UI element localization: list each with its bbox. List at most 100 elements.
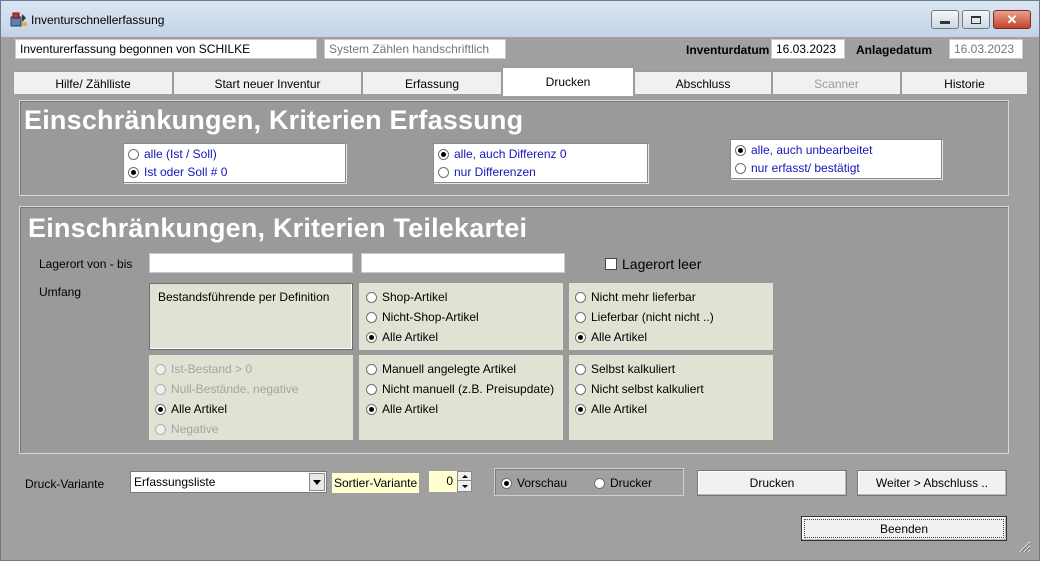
tab-start-neuer-inventur[interactable]: Start neuer Inventur <box>173 71 362 95</box>
opt-label: Null-Bestände, negative <box>171 382 299 396</box>
opt-vorschau[interactable]: Vorschau <box>501 476 567 490</box>
tab-hilfe-zaehlliste[interactable]: Hilfe/ Zählliste <box>13 71 173 95</box>
radio-disabled-icon <box>155 363 166 375</box>
opt-drucker[interactable]: Drucker <box>594 476 652 490</box>
tab-label: Scanner <box>814 76 859 91</box>
opt-null-bestaende: Null-Bestände, negative <box>155 382 298 396</box>
print-button[interactable]: Drucken <box>697 470 847 496</box>
minimize-button[interactable] <box>931 10 959 29</box>
liefer-group: Nicht mehr lieferbar Lieferbar (nicht ni… <box>569 283 773 350</box>
opt-label: Nicht manuell (z.B. Preisupdate) <box>382 382 555 396</box>
radio-icon <box>366 363 377 375</box>
close-button[interactable]: ✕ <box>993 10 1031 29</box>
opt-lieferbar[interactable]: Lieferbar (nicht nicht ..) <box>575 310 714 324</box>
opt-nur-differenzen[interactable]: nur Differenzen <box>438 165 536 179</box>
opt-label: Lieferbar (nicht nicht ..) <box>591 310 714 324</box>
opt-alle-artikel-manuell[interactable]: Alle Artikel <box>366 402 438 416</box>
spin-down-icon[interactable] <box>458 482 471 491</box>
inventory-date-field[interactable]: 16.03.2023 <box>771 39 845 59</box>
creation-date-label: Anlagedatum <box>856 43 933 57</box>
spin-up-icon[interactable] <box>458 472 471 481</box>
inventory-date-label: Inventurdatum <box>686 43 770 57</box>
tab-scanner: Scanner <box>772 71 901 95</box>
tab-label: Hilfe/ Zählliste <box>55 76 131 91</box>
opt-negative: Negative <box>155 422 218 436</box>
radio-icon <box>575 311 586 323</box>
started-by-field: Inventurerfassung begonnen von SCHILKE <box>15 39 317 59</box>
opt-ist-bestand: Ist-Bestand > 0 <box>155 362 252 376</box>
tab-erfassung[interactable]: Erfassung <box>362 71 502 95</box>
opt-label: Nicht selbst kalkuliert <box>591 382 704 396</box>
radio-checked-icon <box>366 331 377 343</box>
opt-nur-erfasst[interactable]: nur erfasst/ bestätigt <box>735 161 860 175</box>
opt-nicht-shop-artikel[interactable]: Nicht-Shop-Artikel <box>366 310 479 324</box>
opt-label: Ist oder Soll # 0 <box>144 165 228 179</box>
druck-variante-select[interactable]: Erfassungsliste <box>130 471 327 493</box>
opt-manuell-angelegt[interactable]: Manuell angelegte Artikel <box>366 362 516 376</box>
lagerort-to-input[interactable] <box>361 253 565 273</box>
checkbox-icon <box>605 258 617 270</box>
bestand-definition-label: Bestandsführende per Definition <box>158 290 330 304</box>
opt-nicht-manuell[interactable]: Nicht manuell (z.B. Preisupdate) <box>366 382 554 396</box>
opt-label: Nicht-Shop-Artikel <box>382 310 479 324</box>
tab-drucken[interactable]: Drucken <box>502 67 634 96</box>
opt-shop-artikel[interactable]: Shop-Artikel <box>366 290 447 304</box>
next-button-label: Weiter > Abschluss .. <box>875 476 989 490</box>
maximize-button[interactable] <box>962 10 990 29</box>
opt-label: nur erfasst/ bestätigt <box>751 161 860 175</box>
radio-icon <box>575 363 586 375</box>
opt-ist-oder-soll[interactable]: Ist oder Soll # 0 <box>128 165 227 179</box>
sortier-variante-stepper[interactable] <box>457 471 472 492</box>
radio-icon <box>735 162 746 174</box>
radio-checked-icon <box>366 403 377 415</box>
erfassung-group-3: alle, auch unbearbeitet nur erfasst/ bes… <box>730 139 942 179</box>
radio-checked-icon <box>575 403 586 415</box>
opt-label: Alle Artikel <box>171 402 228 416</box>
radio-icon <box>575 291 586 303</box>
opt-nicht-mehr-lieferbar[interactable]: Nicht mehr lieferbar <box>575 290 696 304</box>
bestand-definition-box: Bestandsführende per Definition <box>149 283 353 350</box>
tab-label: Drucken <box>545 75 591 89</box>
opt-nicht-selbst-kalkuliert[interactable]: Nicht selbst kalkuliert <box>575 382 704 396</box>
radio-checked-icon <box>735 144 746 156</box>
opt-alle-artikel-liefer[interactable]: Alle Artikel <box>575 330 647 344</box>
opt-label: Drucker <box>610 476 653 490</box>
tab-page-drucken: Einschränkungen, Kriterien Erfassung all… <box>13 94 1028 454</box>
radio-checked-icon <box>575 331 586 343</box>
radio-checked-icon <box>128 166 139 178</box>
sortier-variante-label: Sortier-Variante <box>332 473 420 493</box>
opt-alle-auch-differenz[interactable]: alle, auch Differenz 0 <box>438 147 567 161</box>
opt-selbst-kalkuliert[interactable]: Selbst kalkuliert <box>575 362 675 376</box>
opt-label: alle, auch unbearbeitet <box>751 143 873 157</box>
next-abschluss-button[interactable]: Weiter > Abschluss .. <box>857 470 1007 496</box>
opt-alle-auch-unbearbeitet[interactable]: alle, auch unbearbeitet <box>735 143 872 157</box>
opt-label: Selbst kalkuliert <box>591 362 676 376</box>
radio-icon <box>366 311 377 323</box>
creation-date-field: 16.03.2023 <box>949 39 1023 59</box>
opt-alle-ist-soll[interactable]: alle (Ist / Soll) <box>128 147 217 161</box>
output-group: Vorschau Drucker <box>494 468 684 496</box>
tab-historie[interactable]: Historie <box>901 71 1028 95</box>
opt-label: Shop-Artikel <box>382 290 448 304</box>
lagerort-leer-checkbox[interactable]: Lagerort leer <box>605 256 701 272</box>
radio-checked-icon <box>155 403 166 415</box>
resize-grip-icon[interactable] <box>1017 539 1031 553</box>
sortier-variante-input[interactable]: 0 <box>429 471 457 492</box>
exit-button[interactable]: Beenden <box>801 516 1007 541</box>
lagerort-from-input[interactable] <box>149 253 353 273</box>
kalk-group: Selbst kalkuliert Nicht selbst kalkulier… <box>569 355 773 440</box>
opt-alle-artikel-bestand[interactable]: Alle Artikel <box>155 402 227 416</box>
opt-alle-artikel-shop[interactable]: Alle Artikel <box>366 330 438 344</box>
radio-icon <box>366 291 377 303</box>
chevron-down-icon[interactable] <box>309 473 325 491</box>
manuell-group: Manuell angelegte Artikel Nicht manuell … <box>359 355 563 440</box>
opt-label: Alle Artikel <box>591 330 648 344</box>
druck-variante-label: Druck-Variante <box>25 477 105 491</box>
client-area: Inventurerfassung begonnen von SCHILKE S… <box>9 37 1033 555</box>
maximize-icon <box>971 15 981 24</box>
radio-icon <box>128 148 139 160</box>
opt-alle-artikel-kalk[interactable]: Alle Artikel <box>575 402 647 416</box>
tab-abschluss[interactable]: Abschluss <box>634 71 772 95</box>
close-icon: ✕ <box>1006 11 1018 27</box>
radio-icon <box>366 383 377 395</box>
